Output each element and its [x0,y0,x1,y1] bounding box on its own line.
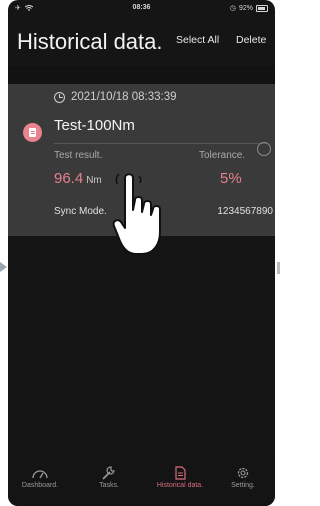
delete-button[interactable]: Delete [236,34,266,46]
wrench-icon [102,466,115,480]
left-pointer-arrow-icon [0,262,7,272]
card-divider [54,143,267,144]
record-select-radio[interactable] [257,142,271,156]
record-task-name: Test-100Nm [54,117,135,134]
page-title: Historical data. [17,29,163,54]
alarm-icon: ◷ [229,5,236,12]
gear-icon [237,467,249,479]
test-result-value: 96.4 [54,170,84,187]
tab-setting[interactable]: Setting. [213,466,273,489]
tolerance-label: Tolerance. [199,150,246,161]
tab-tasks[interactable]: Tasks. [79,466,139,489]
record-datetime: 2021/10/18 08:33:39 [71,91,177,103]
battery-percent: 92% [238,4,253,12]
battery-icon [256,4,268,12]
record-timestamp-row: 2021/10/18 08:33:39 [54,91,177,103]
page-header: Historical data. Select All Delete [8,22,275,66]
tab-dashboard[interactable]: Dashboard. [10,466,70,489]
tolerance-value: 5% [220,170,242,187]
select-all-button[interactable]: Select All [176,34,219,46]
document-icon [175,466,186,480]
right-edge-marker [277,262,280,274]
gauge-icon [32,470,48,479]
status-right: ◷ 92% [230,4,268,12]
document-badge-icon [23,123,42,142]
sync-mode-label: Sync Mode. [54,206,107,217]
status-bar: ✈ 08:36 ◷ 92% [8,0,275,16]
tab-historical-data-label: Historical data. [156,482,204,489]
clock-icon [54,91,65,103]
header-separator [8,66,275,84]
tab-setting-label: Setting. [231,482,255,489]
serial-number: 1234567890 [217,206,273,217]
empty-list-area [8,236,275,458]
tab-dashboard-label: Dashboard. [21,482,59,489]
bottom-tab-bar: Dashboard. Tasks. Historical data. Setti… [8,458,275,506]
test-result-unit: Nm [86,175,102,186]
test-result-value-row: 96.4 Nm [54,170,102,187]
tab-tasks-label: Tasks. [99,482,119,489]
tap-gesture-hand-icon [112,173,161,255]
test-result-label: Test result. [54,150,103,161]
tab-historical-data[interactable]: Historical data. [150,466,210,489]
